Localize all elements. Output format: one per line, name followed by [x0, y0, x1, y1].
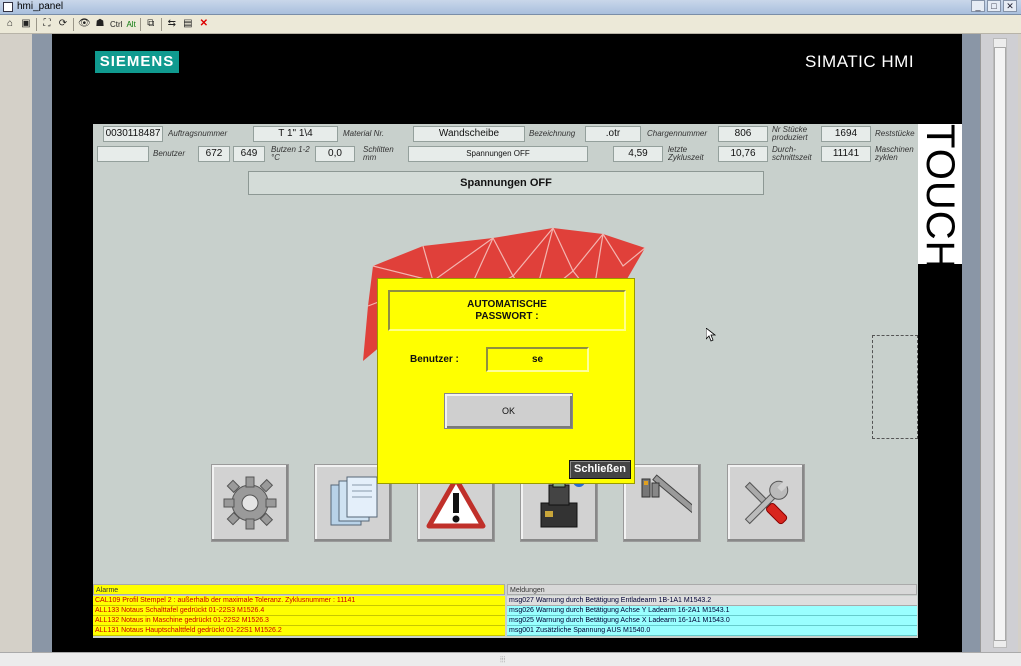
refresh-icon[interactable]: ⟳ — [57, 18, 69, 30]
maximize-button[interactable]: □ — [987, 0, 1001, 12]
home-icon[interactable]: ⌂ — [4, 18, 16, 30]
copy-icon[interactable]: ⧉ — [145, 18, 157, 30]
dialog-title: AUTOMATISCHE PASSWORT : — [388, 290, 626, 331]
alarm-row[interactable]: ALL133 Notaus Schalttafel gedrückt 01-22… — [93, 606, 505, 616]
vertical-scrollbar[interactable] — [980, 34, 1018, 652]
benutzer-label: Benutzer — [153, 149, 186, 158]
alarm-row[interactable]: ALL131 Notaus Hauptschalttfeld gedrückt … — [93, 626, 505, 636]
bezeichnung-label: Bezeichnung — [529, 129, 576, 138]
message-row[interactable]: msg001 Zusätzliche Spannung AUS M1540.0 — [507, 626, 917, 636]
durchschnitt-label: Durch-schnittszeit — [772, 146, 812, 162]
charge-label: Chargennummer — [647, 129, 708, 138]
touch-label: TOUCH — [918, 124, 962, 271]
material-label: Material Nr. — [343, 129, 385, 138]
spannung-value: Spannungen OFF — [408, 146, 588, 162]
siemens-logo: SIEMENS — [95, 51, 179, 73]
dashed-placeholder — [872, 335, 918, 439]
ctrl-key[interactable]: Ctrl — [110, 20, 122, 29]
durchschnitt-value: 10,76 — [718, 146, 768, 162]
manual-icon — [330, 476, 378, 526]
schlitten-label: Schlitten mm — [363, 146, 394, 162]
mouse-cursor-icon — [706, 328, 716, 342]
simatic-hmi-label: SIMATIC HMI — [805, 52, 915, 71]
produziert-label: Nr Stücke produziert — [772, 126, 808, 142]
zykluszeit-label: letzte Zykluszeit — [668, 146, 704, 162]
charge-value: .otr — [585, 126, 641, 142]
caliper-icon — [641, 474, 692, 514]
info-icon[interactable]: ▣ — [20, 18, 32, 30]
butzen1-value: 672 — [198, 146, 230, 162]
fullscreen-icon[interactable]: ⛶ — [41, 18, 53, 30]
message-list-header: Meldungen — [507, 584, 917, 595]
ok-button[interactable]: OK — [444, 393, 573, 429]
tools-icon — [744, 480, 789, 525]
message-row[interactable]: msg026 Warnung durch Betätigung Achse Y … — [507, 606, 917, 616]
window-titlebar: hmi_panel _ □ ✕ — [0, 0, 1021, 15]
gear-icon — [223, 476, 277, 530]
password-dialog: AUTOMATISCHE PASSWORT : Benutzer : se OK… — [377, 278, 635, 484]
view-icon[interactable]: 👁 — [78, 18, 91, 30]
app-icon — [3, 2, 13, 12]
user-label: Benutzer : — [410, 354, 459, 365]
tools-button[interactable] — [727, 464, 805, 542]
window-title: hmi_panel — [17, 1, 64, 12]
maschinen-value: 11141 — [821, 146, 871, 162]
auftragsnummer-value: 0030118487 — [103, 126, 163, 142]
settings-button[interactable] — [211, 464, 289, 542]
message-row[interactable]: msg027 Warnung durch Betätigung Entladea… — [507, 596, 917, 606]
dialog-title-line2: PASSWORT : — [475, 311, 539, 322]
zykluszeit-value: 4,59 — [613, 146, 663, 162]
transfer-icon[interactable]: ⇆ — [166, 18, 178, 30]
message-row[interactable]: msg025 Warnung durch Betätigung Achse X … — [507, 616, 917, 626]
rest-label: Reststücke — [875, 129, 915, 138]
status-banner: Spannungen OFF — [248, 171, 764, 195]
butzen-label: Butzen 1-2 °C — [271, 146, 310, 162]
horizontal-scrollbar[interactable]: ⦙⦙⦙ — [0, 652, 1021, 666]
auftragsnummer-label: Auftragsnummer — [168, 129, 228, 138]
schlitten-value: 0,0 — [315, 146, 355, 162]
scroll-thumb[interactable] — [994, 47, 1006, 641]
material-value: T 1" 1\4 — [253, 126, 338, 142]
delete-icon[interactable]: ✕ — [198, 18, 210, 30]
save-icon[interactable]: ▤ — [182, 18, 194, 30]
rest-value: 1694 — [821, 126, 871, 142]
minimize-button[interactable]: _ — [971, 0, 985, 12]
scroll-grip-icon[interactable]: ⦙⦙⦙ — [500, 655, 505, 665]
alt-key[interactable]: Alt — [126, 20, 135, 29]
alarm-list-header: Alarme — [93, 584, 505, 595]
alarm-row[interactable]: ALL132 Notaus in Maschine gedrückt 01-22… — [93, 616, 505, 626]
toolbar-divider — [160, 17, 162, 31]
close-dialog-button[interactable]: Schließen — [569, 460, 631, 479]
warning-icon — [426, 476, 486, 529]
header-row-stats: Benutzer 672 649 Butzen 1-2 °C 0,0 Schli… — [93, 144, 918, 164]
toolbar-divider — [73, 17, 74, 31]
produziert-value: 806 — [718, 126, 768, 142]
toolbar-divider — [139, 17, 141, 31]
maschinen-label: Maschinen zyklen — [875, 146, 914, 162]
bezeichnung-value: Wandscheibe — [413, 126, 525, 142]
user-field[interactable]: se — [486, 347, 589, 372]
dialog-title-line1: AUTOMATISCHE — [467, 299, 547, 310]
header-row-order: 0030118487 Auftragsnummer T 1" 1\4 Mater… — [93, 124, 918, 144]
toolbar: ⌂ ▣ ⛶ ⟳ 👁 ☗ Ctrl Alt ⧉ ⇆ ▤ ✕ — [0, 15, 1021, 34]
alarm-row[interactable]: CAL109 Profil Stempel 2 : außerhalb der … — [93, 596, 505, 606]
close-window-button[interactable]: ✕ — [1003, 0, 1017, 12]
benutzer-value — [97, 146, 149, 162]
butzen2-value: 649 — [233, 146, 265, 162]
toolbar-divider — [36, 17, 37, 31]
users-icon[interactable]: ☗ — [94, 18, 106, 30]
